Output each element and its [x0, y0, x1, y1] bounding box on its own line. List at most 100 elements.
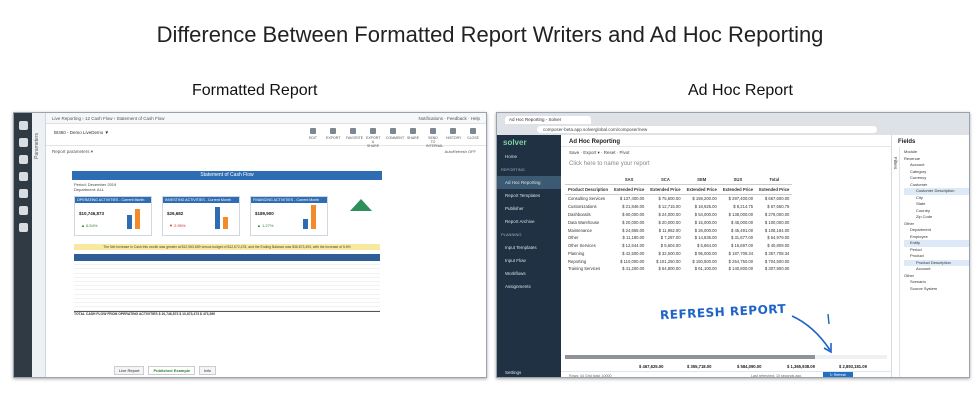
tab-info[interactable]: Info [199, 366, 216, 375]
formatted-report-heading: Formatted Report [192, 82, 318, 99]
report-title: Statement of Cash Flow [72, 171, 382, 180]
refresh-button[interactable]: ↻ Refresh [823, 372, 853, 377]
sidebar-section-reporting: REPORTING [501, 167, 525, 172]
kpi-card-financing: FINANCING ACTIVITIES - Current Month $18… [250, 196, 328, 236]
grid-column-header-row: Product Description Extended Price Extende… [565, 184, 793, 195]
left-nav-rail [14, 113, 32, 377]
grid-column-header[interactable]: Extended Price [611, 184, 648, 195]
kpi-card-operating: OPERATING ACTIVITIES - Current Month $10… [74, 196, 152, 236]
tab-live-report[interactable]: Live Report [114, 366, 145, 375]
toolbar-button-label: SEND TO INTERNAL [426, 136, 444, 148]
report-toolbar: BI360 - Demo LiveDemo ▼ EDIT EXPORT FAVORI… [46, 124, 486, 148]
browser-tab[interactable]: Ad Hoc Reporting - Solver [505, 116, 591, 124]
table-row[interactable]: Consulting Services $ 137,400.00 $ 75,600.… [565, 195, 792, 203]
people-icon[interactable] [18, 206, 28, 215]
address-bar[interactable]: composer-beta.app.solverglobal.com/compo… [537, 126, 877, 133]
sidebar-item-ad-hoc-reporting[interactable]: Ad Hoc Reporting [497, 176, 561, 189]
kpi-card-value: $189,900 [255, 211, 274, 216]
sidebar-item-workflows[interactable]: Workflows [497, 267, 561, 280]
grid-cell: $ 11,180.00 [622, 235, 645, 241]
report-name-input[interactable]: Click here to name your report [561, 157, 891, 169]
reports-icon[interactable] [18, 155, 28, 164]
tab-published-example[interactable]: Published Example [148, 366, 196, 375]
field-item[interactable]: Source System [904, 286, 969, 293]
toolbar-button[interactable]: FAVORITE [346, 128, 363, 148]
table-row[interactable]: Maintenance $ 24,665.00 $ 11,962.00 $ 26,00… [565, 226, 792, 234]
grid-column-header[interactable]: Extended Price [719, 184, 757, 195]
toolbar-button[interactable]: SHARE [406, 128, 420, 148]
toolbar-button[interactable]: EDIT [306, 128, 320, 148]
table-row[interactable]: Reporting $ 110,000.00 $ 101,250.00 $ 150,5… [565, 257, 792, 265]
grid-cell: $ 75,600.00 [658, 196, 681, 202]
grid-cell: $ 704,500.00 [764, 258, 790, 264]
table-row[interactable]: Planning $ 42,500.00 $ 32,500.00 $ 95,000.0… [565, 249, 792, 257]
toolbar-button[interactable]: EXPORT & SHARE [366, 128, 380, 148]
table-row[interactable]: Other $ 11,180.00 $ 7,287.00 $ 14,835.00 $ 3… [565, 234, 792, 242]
grid-total-cell: $ 1,365,938.09 [787, 364, 815, 369]
grid-cell: $ 7,287.00 [660, 235, 681, 241]
toolbar-button-label: EXPORT [326, 136, 341, 140]
grid-group-header[interactable]: SUS [719, 175, 757, 185]
filters-strip[interactable]: Filters [892, 147, 900, 377]
ad-hoc-toolbar[interactable]: Save · Export ▾ · Reset · Pivot [561, 147, 891, 157]
table-row[interactable]: Data Warehouse $ 20,000.00 $ 20,000.00 $ 15… [565, 218, 792, 226]
autorefresh-toggle[interactable]: AutoRefresh OFF [445, 149, 476, 154]
grid-cell: $ 24,000.00 [658, 211, 681, 217]
toolbar-button[interactable]: HISTORY [446, 128, 461, 148]
row-label: Other [568, 235, 579, 241]
row-label: Maintenance [568, 227, 592, 233]
table-total-row: TOTAL CASH FLOW FROM OPERATING ACTIVITIE… [74, 311, 380, 316]
sidebar-item-home[interactable]: Home [497, 150, 561, 163]
sidebar-item-input-flow[interactable]: Input Flow [497, 254, 561, 267]
grid-corner [565, 175, 612, 185]
settings-icon[interactable] [18, 223, 28, 232]
sidebar-item-settings[interactable]: Settings [497, 366, 529, 377]
toolbar-button-icon [370, 128, 376, 134]
sidebar-item-report-templates[interactable]: Report Templates [497, 189, 561, 202]
table-row[interactable]: Dashboards $ 60,000.00 $ 24,000.00 $ 54,000… [565, 211, 792, 219]
grid-column-header[interactable]: Extended Price [647, 184, 684, 195]
sidebar-item-report-archive[interactable]: Report Archive [497, 215, 561, 228]
grid-cell: $ 60,000.00 [622, 211, 645, 217]
breadcrumb[interactable]: Live Reporting › 12 Cash Flow › Statemen… [52, 116, 165, 121]
toolbar-button-icon [330, 128, 336, 134]
grid-cell: $ 45,000.00 [730, 219, 754, 225]
grid-total-cell: $ 2,893,181.09 [839, 364, 867, 369]
sidebar-item-assignments[interactable]: Assignments [497, 280, 561, 293]
parameters-strip[interactable]: Parameters [32, 113, 46, 377]
grid-group-header[interactable]: SEM [683, 175, 720, 185]
sidebar-item-publisher[interactable]: Publisher [497, 202, 561, 215]
kpi-card-change: ▲ 6.54% [81, 223, 98, 228]
grid-group-header[interactable]: Total [756, 175, 793, 185]
row-label: Data Warehouse [568, 219, 600, 225]
grid-cell: $ 297,400.00 [728, 196, 754, 202]
sidebar-item-input-templates[interactable]: Input Templates [497, 241, 561, 254]
grid-cell: $ 64,979.00 [767, 235, 790, 241]
toolbar-button[interactable]: CLOSE [466, 128, 480, 148]
grid-cell: $ 20,000.00 [622, 219, 645, 225]
row-label: Consulting Services [568, 196, 606, 202]
grid-cell: $ 31,677.00 [730, 235, 754, 241]
scrollbar-thumb[interactable] [565, 355, 815, 359]
table-row[interactable]: Training Services $ 41,200.00 $ 64,800.00 $… [565, 265, 792, 273]
grid-group-header[interactable]: SCA [647, 175, 684, 185]
report-parameters-toggle[interactable]: Report parameters ▾ [52, 149, 93, 155]
folder-icon[interactable] [18, 172, 28, 181]
report-topbar: Live Reporting › 12 Cash Flow › Statemen… [46, 113, 486, 124]
grid-group-header[interactable]: SAS [611, 175, 648, 185]
kpi-card-title: INVESTING ACTIVITIES - Current Month [163, 197, 239, 203]
toolbar-button[interactable]: COMMENT [386, 128, 404, 148]
chart-icon[interactable] [18, 189, 28, 198]
grid-column-header[interactable]: Product Description [565, 184, 612, 195]
grid-column-header[interactable]: Extended Price [683, 184, 720, 195]
table-row[interactable]: Customizations $ 21,846.00 $ 12,715.00 $ 18… [565, 203, 792, 211]
toolbar-button[interactable]: EXPORT [326, 128, 340, 148]
topbar-links[interactable]: Notifications · Feedback · Help [418, 116, 480, 121]
report-selector[interactable]: BI360 - Demo LiveDemo ▼ [54, 130, 109, 135]
home-icon[interactable] [18, 138, 28, 147]
grid-totals-row: $ 467,625.00 $ 355,718.00 $ 584,090.00 $ 1,… [561, 363, 891, 371]
toolbar-button[interactable]: SEND TO INTERNAL [426, 128, 444, 148]
table-row[interactable]: Other Services $ 12,644.00 $ 5,604.00 $ 5,8… [565, 242, 792, 250]
grid-column-header[interactable]: Extended Price [756, 184, 793, 195]
toolbar-button-label: SHARE [406, 136, 420, 140]
